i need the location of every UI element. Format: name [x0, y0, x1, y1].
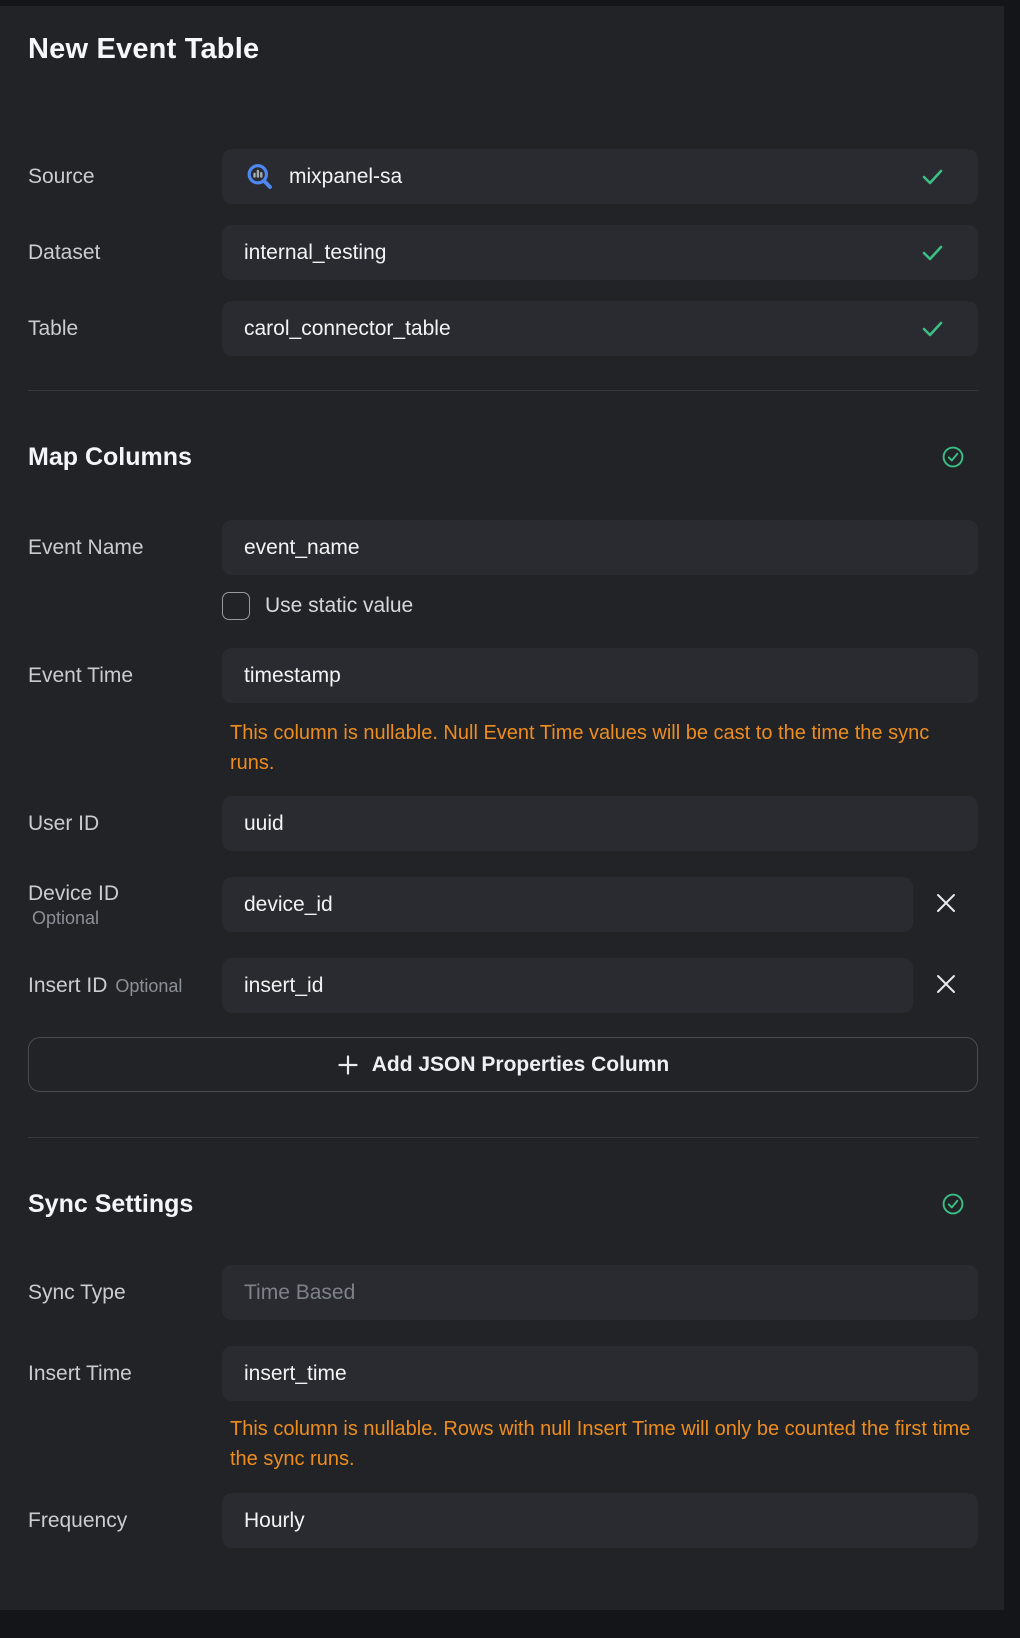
insert-time-row: Insert Time insert_time This column is n…	[28, 1346, 978, 1474]
device-id-field[interactable]: device_id	[222, 877, 913, 932]
event-time-row: Event Time timestamp This column is null…	[28, 648, 978, 778]
event-time-nullable-warning: This column is nullable. Null Event Time…	[222, 718, 972, 778]
dataset-value: internal_testing	[244, 241, 386, 265]
insert-time-field[interactable]: insert_time	[222, 1346, 978, 1401]
sync-settings-title: Sync Settings	[28, 1190, 193, 1218]
map-columns-title: Map Columns	[28, 443, 192, 471]
device-id-optional-label: Optional	[28, 907, 222, 929]
add-json-properties-column-label: Add JSON Properties Column	[372, 1053, 670, 1077]
use-static-value-label: Use static value	[250, 594, 413, 618]
frequency-row: Frequency Hourly	[28, 1493, 978, 1548]
user-id-row: User ID uuid	[28, 796, 978, 851]
event-time-value: timestamp	[244, 664, 341, 688]
dataset-valid-check-icon	[921, 241, 944, 264]
plus-icon	[337, 1054, 359, 1076]
user-id-value: uuid	[244, 812, 284, 836]
add-json-properties-column-button[interactable]: Add JSON Properties Column	[28, 1037, 978, 1092]
clear-insert-id-button[interactable]	[913, 958, 978, 1013]
event-name-row: Event Name event_name	[28, 520, 978, 575]
insert-time-nullable-warning: This column is nullable. Rows with null …	[222, 1414, 972, 1474]
sync-type-label: Sync Type	[28, 1265, 222, 1320]
frequency-label: Frequency	[28, 1493, 222, 1548]
frequency-value: Hourly	[244, 1509, 305, 1533]
sync-type-field: Time Based	[222, 1265, 978, 1320]
section-divider	[28, 1137, 978, 1138]
event-name-label: Event Name	[28, 520, 222, 575]
source-valid-check-icon	[921, 165, 944, 188]
dataset-label: Dataset	[28, 225, 222, 280]
dataset-field[interactable]: internal_testing	[222, 225, 978, 280]
close-icon	[934, 972, 958, 999]
frequency-field[interactable]: Hourly	[222, 1493, 978, 1548]
sync-type-row: Sync Type Time Based	[28, 1265, 978, 1320]
clear-device-id-button[interactable]	[913, 877, 978, 932]
insert-id-optional-label: Optional	[107, 959, 182, 1014]
close-icon	[934, 891, 958, 918]
new-event-table-panel: New Event Table Source mixpanel-sa Datas…	[0, 6, 1004, 1610]
source-value: mixpanel-sa	[289, 165, 402, 189]
dataset-row: Dataset internal_testing	[28, 225, 978, 280]
user-id-label: User ID	[28, 796, 222, 851]
insert-id-value: insert_id	[244, 974, 323, 998]
table-field[interactable]: carol_connector_table	[222, 301, 978, 356]
sync-settings-header: Sync Settings	[28, 1190, 978, 1218]
insert-id-label: Insert ID	[28, 958, 107, 1013]
table-valid-check-icon	[921, 317, 944, 340]
device-id-label: Device ID	[28, 881, 222, 907]
source-connector-icon	[244, 162, 274, 192]
insert-time-label: Insert Time	[28, 1346, 222, 1401]
table-row: Table carol_connector_table	[28, 301, 978, 356]
source-field[interactable]: mixpanel-sa	[222, 149, 978, 204]
map-columns-header: Map Columns	[28, 443, 978, 471]
use-static-value-checkbox[interactable]	[222, 592, 250, 620]
insert-time-value: insert_time	[244, 1362, 347, 1386]
page-title: New Event Table	[28, 33, 978, 65]
table-label: Table	[28, 301, 222, 356]
insert-id-field[interactable]: insert_id	[222, 958, 913, 1013]
device-id-value: device_id	[244, 893, 333, 917]
event-name-value: event_name	[244, 536, 360, 560]
section-divider	[28, 390, 978, 391]
sync-type-value: Time Based	[244, 1281, 355, 1305]
source-row: Source mixpanel-sa	[28, 149, 978, 204]
source-label: Source	[28, 149, 222, 204]
use-static-value-row: Use static value	[222, 592, 978, 620]
sync-settings-complete-icon	[942, 1193, 964, 1215]
event-time-label: Event Time	[28, 648, 222, 703]
device-id-row: Device ID Optional device_id	[28, 877, 978, 932]
insert-id-row: Insert ID Optional insert_id	[28, 958, 978, 1014]
event-time-field[interactable]: timestamp	[222, 648, 978, 703]
map-columns-complete-icon	[942, 446, 964, 468]
table-value: carol_connector_table	[244, 317, 451, 341]
event-name-field[interactable]: event_name	[222, 520, 978, 575]
user-id-field[interactable]: uuid	[222, 796, 978, 851]
